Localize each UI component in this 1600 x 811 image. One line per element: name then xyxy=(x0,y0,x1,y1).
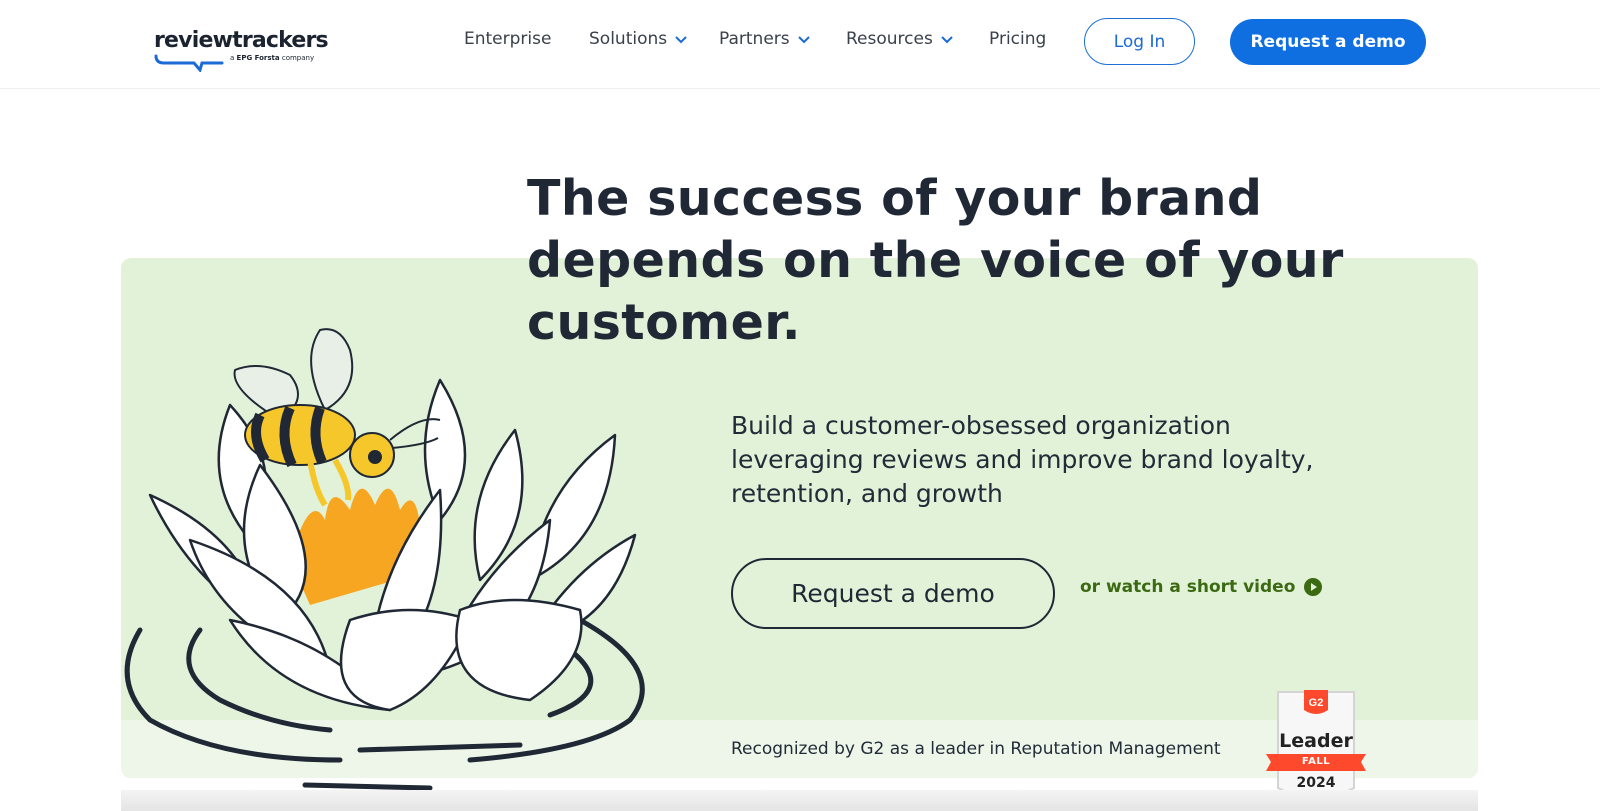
bee-on-lotus-illustration xyxy=(124,328,645,791)
nav-item-pricing[interactable]: Pricing xyxy=(989,29,1046,49)
nav-item-partners[interactable]: Partners xyxy=(719,29,810,49)
watch-video-link[interactable]: or watch a short video xyxy=(1080,577,1323,597)
badge-season: FALL xyxy=(1301,756,1331,767)
chevron-down-icon xyxy=(797,36,810,44)
nav-item-enterprise[interactable]: Enterprise xyxy=(464,29,551,49)
g2-logo-icon: G2 xyxy=(1309,697,1324,709)
site-header: reviewtrackers a EPG Forsta company Ente… xyxy=(0,0,1600,89)
chevron-down-icon xyxy=(941,36,953,44)
badge-year: 2024 xyxy=(1296,775,1336,791)
logo-tagline: a EPG Forsta company xyxy=(230,54,315,62)
nav-item-resources[interactable]: Resources xyxy=(846,29,953,49)
g2-recognition-text: Recognized by G2 as a leader in Reputati… xyxy=(731,739,1221,759)
next-section-edge xyxy=(121,790,1478,811)
reviewtrackers-logo[interactable]: reviewtrackers a EPG Forsta company xyxy=(154,28,329,74)
badge-title: Leader xyxy=(1279,730,1353,752)
login-button[interactable]: Log In xyxy=(1084,18,1195,65)
hero-subtext: Build a customer-obsessed organization l… xyxy=(731,411,1314,508)
play-icon xyxy=(1304,578,1323,596)
request-demo-header-button[interactable]: Request a demo xyxy=(1230,19,1426,65)
request-demo-button[interactable]: Request a demo xyxy=(731,558,1055,629)
hero-headline: The success of your brand depends on the… xyxy=(527,170,1344,351)
logo-wordmark: reviewtrackers xyxy=(154,28,329,53)
nav-item-solutions[interactable]: Solutions xyxy=(589,29,687,49)
speech-bubble-icon xyxy=(154,54,224,72)
chevron-down-icon xyxy=(675,36,687,44)
